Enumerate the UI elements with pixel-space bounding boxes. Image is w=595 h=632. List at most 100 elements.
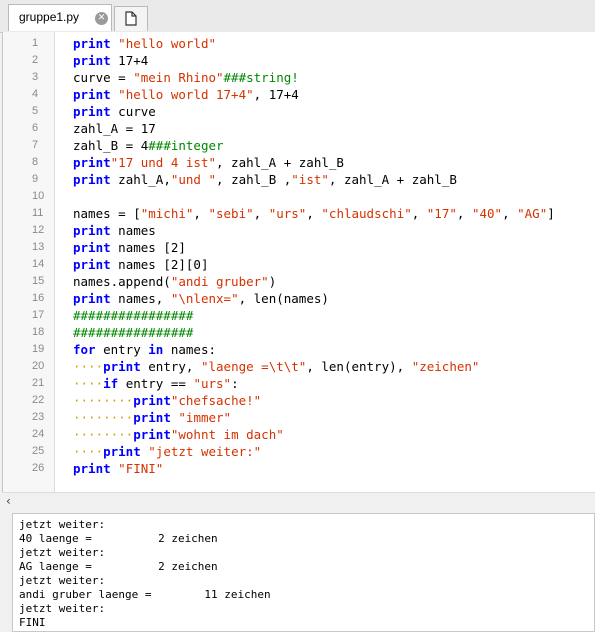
code-token: , len(entry), [306, 359, 412, 374]
output-line: 40 laenge = 2 zeichen [19, 532, 218, 545]
code-token: , zahl_A + zahl_B [216, 155, 344, 170]
code-text: names = ["michi", "sebi", "urs", "chlaud… [73, 205, 555, 222]
horizontal-scrollbar[interactable]: ‹ [2, 492, 595, 509]
code-token: print [73, 155, 111, 170]
code-token: ) [268, 274, 277, 289]
new-tab-button[interactable] [114, 6, 148, 31]
code-token: , len(names) [238, 291, 329, 306]
code-token: "wohnt im dach" [170, 427, 284, 442]
line-number: 23 [32, 411, 45, 423]
code-token: if [103, 376, 119, 391]
code-token: for [73, 342, 96, 357]
code-token: "laenge =\t\t" [200, 359, 307, 374]
line-number: 17 [32, 309, 45, 321]
code-token: , [193, 206, 209, 221]
code-text: print "hello world 17+4", 17+4 [73, 86, 299, 103]
code-text: print names [73, 222, 156, 239]
code-token: , [306, 206, 322, 221]
line-number: 20 [32, 360, 45, 372]
code-token: , [411, 206, 427, 221]
code-token: names [2][0] [110, 257, 209, 272]
code-line[interactable]: 23 ········print "immer" [3, 409, 595, 426]
code-token: curve = [73, 70, 134, 85]
code-token: print [73, 223, 111, 238]
code-line[interactable]: 17 ################ [3, 307, 595, 324]
chevron-left-icon[interactable]: ‹ [6, 494, 11, 508]
code-token: "jetzt weiter:" [148, 444, 262, 459]
code-token: ###string! [223, 70, 299, 85]
code-token: print [73, 87, 111, 102]
code-line[interactable]: 26 print "FINI" [3, 460, 595, 477]
code-token: curve [110, 104, 156, 119]
indent-guide: ···· [73, 359, 104, 374]
code-token: entry, [140, 359, 201, 374]
code-line[interactable]: 8 print"17 und 4 ist", zahl_A + zahl_B [3, 154, 595, 171]
tab-bar: gruppe1.py ✕ [0, 0, 595, 33]
code-token: print [103, 444, 141, 459]
code-token: "FINI" [118, 461, 164, 476]
code-line[interactable]: 14 print names [2][0] [3, 256, 595, 273]
line-number: 4 [32, 88, 39, 100]
code-line[interactable]: 22 ········print"chefsache!" [3, 392, 595, 409]
code-token: names.append( [73, 274, 171, 289]
code-token: "zeichen" [411, 359, 480, 374]
code-text: ################ [73, 324, 193, 341]
code-token: : [231, 376, 239, 391]
code-line[interactable]: 2 print 17+4 [3, 52, 595, 69]
line-number: 12 [32, 224, 45, 236]
output-line: andi gruber laenge = 11 zeichen [19, 588, 271, 601]
code-token: print [73, 104, 111, 119]
code-line[interactable]: 18 ################ [3, 324, 595, 341]
code-line[interactable]: 10 [3, 188, 595, 205]
code-token: "ist" [291, 172, 329, 187]
code-line[interactable]: 9 print zahl_A,"und ", zahl_B ,"ist", zah… [3, 171, 595, 188]
code-line[interactable]: 21 ····if entry == "urs": [3, 375, 595, 392]
close-icon[interactable]: ✕ [95, 12, 108, 25]
code-line[interactable]: 5 print curve [3, 103, 595, 120]
code-line[interactable]: 3 curve = "mein Rhino"###string! [3, 69, 595, 86]
code-text: print "hello world" [73, 35, 216, 52]
code-text: zahl_A = 17 [73, 120, 156, 137]
line-number: 11 [32, 207, 44, 219]
code-line[interactable]: 19 for entry in names: [3, 341, 595, 358]
code-line[interactable]: 20 ····print entry, "laenge =\t\t", len(e… [3, 358, 595, 375]
line-number: 19 [32, 343, 45, 355]
output-line: jetzt weiter: [19, 574, 106, 587]
code-line[interactable]: 16 print names, "\nlenx=", len(names) [3, 290, 595, 307]
line-number: 3 [32, 71, 39, 83]
code-token: "hello world 17+4" [118, 87, 254, 102]
code-token: "immer" [178, 410, 232, 425]
code-line[interactable]: 12 print names [3, 222, 595, 239]
code-text: print names, "\nlenx=", len(names) [73, 290, 329, 307]
code-line[interactable]: 4 print "hello world 17+4", 17+4 [3, 86, 595, 103]
code-token: ################ [73, 325, 194, 340]
code-line[interactable]: 1 print "hello world" [3, 35, 595, 52]
code-line[interactable]: 6 zahl_A = 17 [3, 120, 595, 137]
code-text: ····print "jetzt weiter:" [73, 443, 261, 460]
code-token: zahl_A, [110, 172, 171, 187]
code-text: ········print"chefsache!" [73, 392, 261, 409]
code-token: "andi gruber" [170, 274, 269, 289]
code-token: "und " [170, 172, 217, 187]
code-line[interactable]: 15 names.append("andi gruber") [3, 273, 595, 290]
tab-gruppe1[interactable]: gruppe1.py ✕ [8, 4, 112, 31]
indent-guide: ···· [73, 376, 104, 391]
code-line[interactable]: 11 names = ["michi", "sebi", "urs", "chla… [3, 205, 595, 222]
code-editor[interactable]: 1 print "hello world" 2 print 17+4 3 curve = … [2, 32, 595, 492]
code-token: print [73, 461, 111, 476]
code-token: print [133, 427, 171, 442]
new-document-icon [125, 11, 137, 26]
code-line[interactable]: 25 ····print "jetzt weiter:" [3, 443, 595, 460]
code-line[interactable]: 7 zahl_B = 4###integer [3, 137, 595, 154]
code-token: , zahl_A + zahl_B [328, 172, 457, 187]
line-number: 7 [32, 139, 39, 151]
code-token: "mein Rhino" [133, 70, 224, 85]
code-token: , [253, 206, 269, 221]
output-console: jetzt weiter: 40 laenge = 2 zeichen jetzt … [12, 513, 595, 632]
code-text: ········print"wohnt im dach" [73, 426, 284, 443]
line-number: 18 [32, 326, 45, 338]
code-token: print [73, 36, 111, 51]
code-line[interactable]: 24 ········print"wohnt im dach" [3, 426, 595, 443]
code-line[interactable]: 13 print names [2] [3, 239, 595, 256]
code-text: print 17+4 [73, 52, 148, 69]
